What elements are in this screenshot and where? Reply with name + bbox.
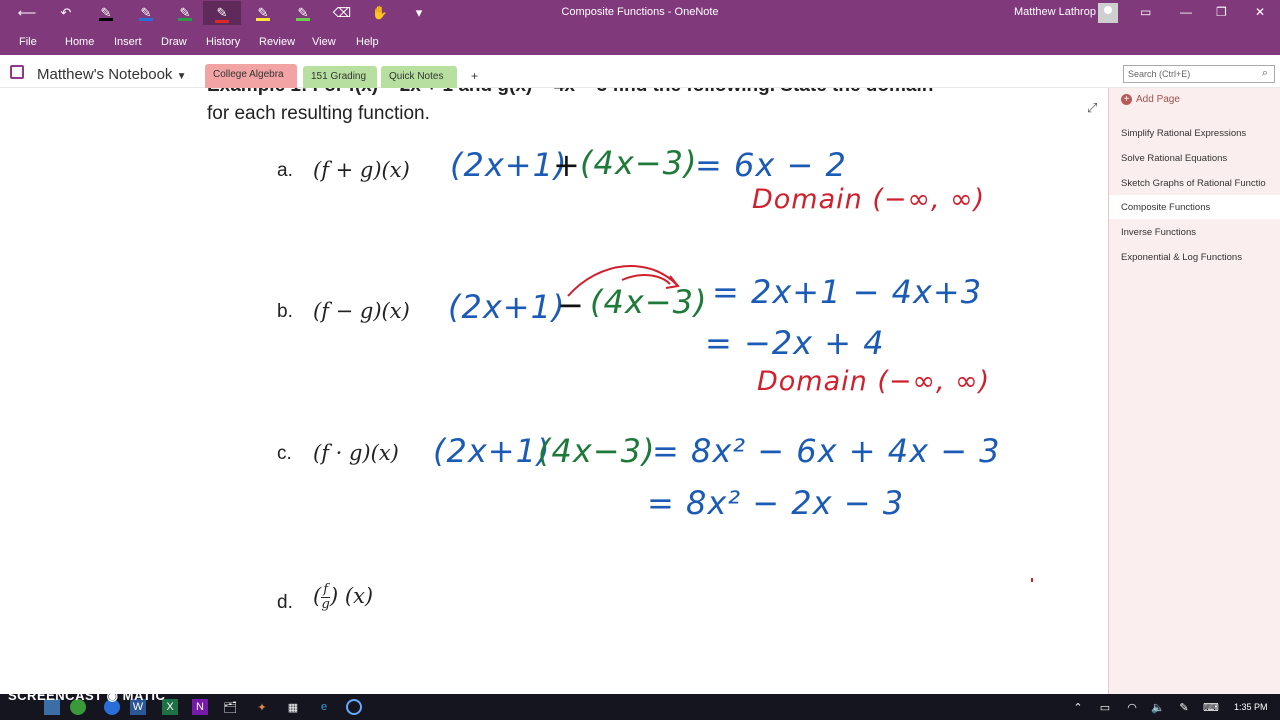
search-input[interactable]: Search (Ctrl+E) ⌕ (1123, 65, 1275, 83)
fraction-num: f (321, 582, 331, 598)
page-item-simplify[interactable]: Simplify Rational Expressions (1109, 121, 1280, 145)
page-canvas[interactable]: Example 1: For f(x) = 2x + 1 and g(x) = … (0, 88, 1108, 694)
notebook-name: Matthew's Notebook (37, 66, 173, 83)
keyboard-icon[interactable]: ⌨ (1203, 699, 1219, 715)
hw-b-result-1: = 2x+1 − 4x+3 (712, 273, 983, 311)
header-line-2: for each resulting function. (207, 103, 430, 124)
notebook-nav: Matthew's Notebook ▼ College Algebra 151… (0, 55, 1280, 88)
pen-icon[interactable]: ✎ (1176, 699, 1192, 715)
edge-icon[interactable]: e (316, 699, 332, 715)
ribbon-tabs: File Home Insert Draw History Review Vie… (0, 27, 1280, 55)
watermark-bottom: SCREENCAST ◉ MATIC (8, 688, 166, 703)
page-item-sketch[interactable]: Sketch Graphs of Rational Functio (1109, 171, 1280, 195)
page-item-inverse[interactable]: Inverse Functions (1109, 220, 1280, 244)
fraction-den: g (321, 597, 330, 612)
add-page-label: Add Page (1136, 94, 1180, 105)
tab-college-algebra[interactable]: College Algebra (205, 64, 297, 88)
tab-home[interactable]: Home (65, 36, 94, 48)
volume-icon[interactable]: 🔈 (1150, 699, 1166, 715)
calculator-icon[interactable]: ▦ (285, 699, 301, 715)
problem-b-expr: (f − g)(x) (313, 299, 410, 323)
hw-b-f: (2x+1) (448, 288, 566, 326)
tab-review[interactable]: Review (259, 36, 295, 48)
plus-icon: + (1121, 94, 1132, 105)
chevron-up-icon[interactable]: ⌃ (1070, 699, 1086, 715)
search-icon[interactable]: ⌕ (1262, 67, 1268, 80)
search-placeholder: Search (Ctrl+E) (1128, 69, 1191, 79)
avatar[interactable] (1098, 3, 1118, 23)
hw-c-result-1: = 8x² − 6x + 4x − 3 (652, 432, 1001, 470)
restore-icon[interactable]: ❐ (1216, 5, 1227, 19)
problem-d-label: d. (277, 592, 293, 613)
screencast-watermark: RECORDED WITH SCREENCAST ◉ MATIC (8, 680, 165, 705)
fullscreen-icon[interactable]: ▭ (1140, 5, 1151, 19)
wifi-icon[interactable]: ◠ (1124, 699, 1140, 715)
hw-c-result-2: = 8x² − 2x − 3 (647, 484, 905, 522)
hw-c-f: (2x+1) (433, 432, 551, 470)
minimize-icon[interactable]: — (1180, 5, 1192, 19)
notebook-title[interactable]: Matthew's Notebook ▼ (37, 66, 187, 83)
problem-d-tail: (x) (344, 584, 374, 608)
page-item-solve[interactable]: Solve Rational Equations (1109, 146, 1280, 170)
problem-a-expr: (f + g)(x) (313, 158, 410, 182)
tab-history[interactable]: History (206, 36, 240, 48)
tab-view[interactable]: View (312, 36, 336, 48)
chevron-down-icon: ▼ (176, 71, 187, 82)
clock[interactable]: 1:35 PM (1234, 702, 1268, 712)
title-bar: ⟵ ↶ ✎ ✎ ✎ ✎ ✎ ✎ ⌫ ✋ ▾ Composite Function… (0, 0, 1280, 27)
taskbar: W X N 🗂 ✦ ▦ e ⌃ ▭ ◠ 🔈 ✎ ⌨ 1:35 PM (0, 694, 1280, 720)
tab-file[interactable]: File (19, 36, 37, 48)
hw-a-f: (2x+1) (450, 146, 568, 184)
onenote-icon[interactable]: N (192, 699, 208, 715)
problem-d-expr: (f g) (x) (313, 582, 374, 612)
expand-icon[interactable]: ⤢ (1087, 100, 1097, 116)
notebook-icon[interactable] (10, 65, 24, 79)
add-section-button[interactable]: + (463, 64, 486, 86)
hw-c-g: (4x−3) (538, 432, 656, 470)
page-item-exponential[interactable]: Exponential & Log Functions (1109, 245, 1280, 269)
explorer-icon[interactable]: 🗂 (222, 699, 238, 715)
ink-dot (1031, 578, 1033, 582)
tab-draw[interactable]: Draw (161, 36, 187, 48)
tab-insert[interactable]: Insert (114, 36, 142, 48)
hw-a-result: = 6x − 2 (695, 146, 847, 184)
problem-b-label: b. (277, 301, 293, 322)
distribute-arrow-icon (567, 265, 680, 297)
close-icon[interactable]: ✕ (1255, 5, 1265, 19)
user-name[interactable]: Matthew Lathrop (1014, 6, 1096, 18)
hw-a-op: + (553, 146, 581, 184)
battery-icon[interactable]: ▭ (1097, 699, 1113, 715)
tab-quick-notes[interactable]: Quick Notes (381, 66, 457, 88)
tab-151-grading[interactable]: 151 Grading (303, 66, 377, 88)
problem-a-label: a. (277, 160, 293, 181)
header-line-1: Example 1: For f(x) = 2x + 1 and g(x) = … (207, 88, 933, 97)
hw-b-result-2: = −2x + 4 (705, 324, 885, 362)
problem-c-label: c. (277, 443, 292, 464)
problem-c-expr: (f · g)(x) (313, 441, 399, 465)
hw-b-domain: Domain (−∞, ∞) (757, 366, 991, 397)
fraction: fg (321, 582, 331, 612)
page-list-panel: + Add Page Simplify Rational Expressions … (1108, 88, 1280, 694)
app-icon[interactable]: ✦ (254, 699, 270, 715)
add-page-button[interactable]: + Add Page (1121, 94, 1180, 105)
hw-a-domain: Domain (−∞, ∞) (752, 184, 986, 215)
watermark-top: RECORDED WITH (8, 680, 75, 687)
record-icon[interactable] (346, 699, 362, 715)
hw-a-g: (4x−3) (580, 144, 698, 182)
tab-help[interactable]: Help (356, 36, 379, 48)
page-item-composite[interactable]: Composite Functions (1109, 195, 1280, 219)
